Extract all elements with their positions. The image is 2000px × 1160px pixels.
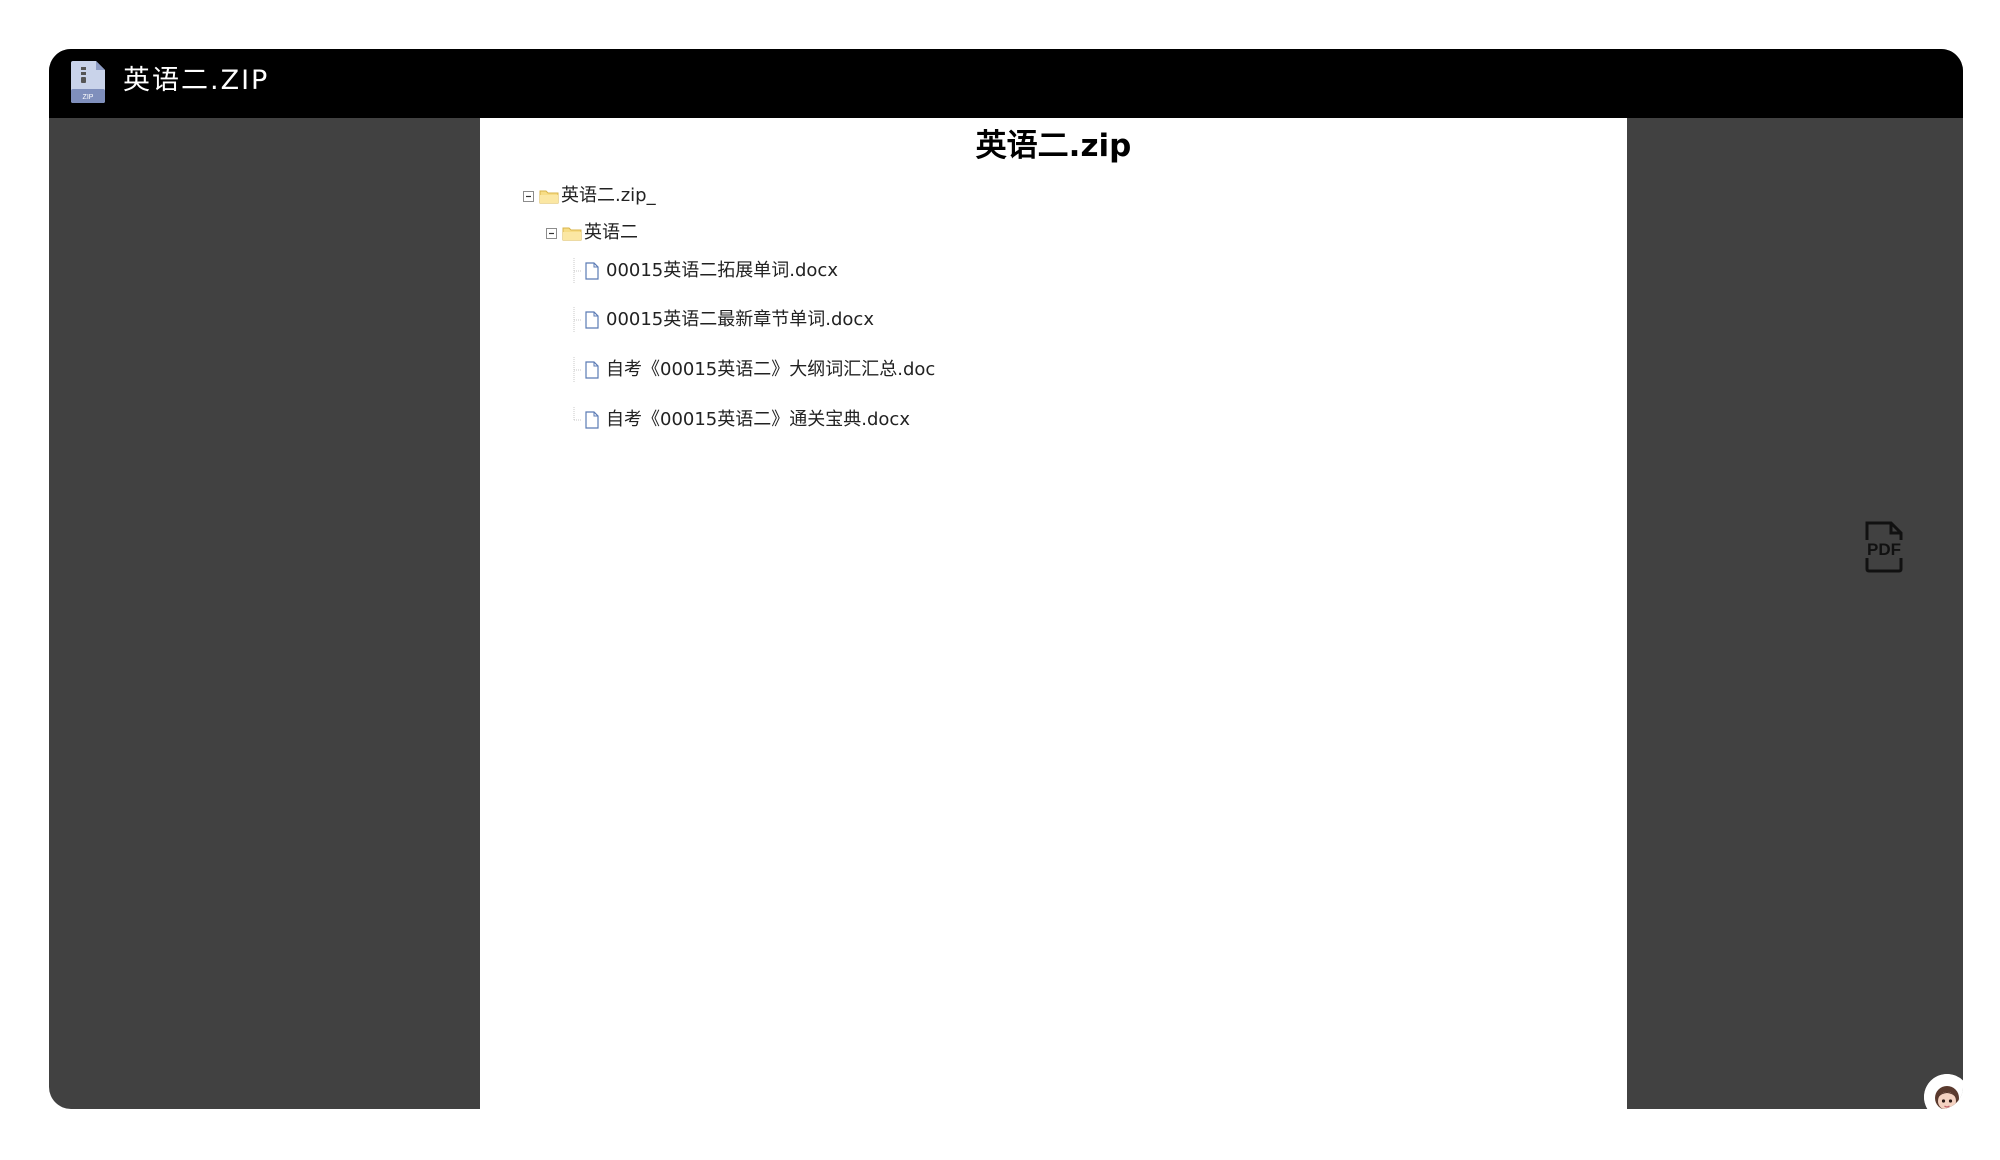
file-icon bbox=[585, 262, 599, 280]
window-title: 英语二.ZIP bbox=[123, 65, 270, 96]
tree-label-file: 00015英语二拓展单词.docx bbox=[606, 260, 838, 281]
tree-file-item[interactable]: 自考《00015英语二》大纲词汇汇总.doc bbox=[570, 357, 935, 383]
file-icon bbox=[585, 311, 599, 329]
tree-node-root[interactable]: 英语二.zip_ bbox=[523, 183, 656, 209]
tree-branch-line bbox=[573, 258, 582, 284]
tree-label-file: 00015英语二最新章节单词.docx bbox=[606, 309, 874, 330]
tree-node-folder[interactable]: 英语二 bbox=[546, 220, 638, 246]
tree-label-file: 自考《00015英语二》通关宝典.docx bbox=[606, 409, 910, 430]
svg-text:PDF: PDF bbox=[1867, 540, 1901, 559]
tree-label-folder: 英语二 bbox=[584, 222, 638, 243]
tree-file-item[interactable]: 00015英语二拓展单词.docx bbox=[570, 258, 838, 284]
svg-text:ZIP: ZIP bbox=[83, 94, 94, 101]
zip-archive-icon: ZIP bbox=[71, 61, 105, 103]
tree-file-item[interactable]: 自考《00015英语二》通关宝典.docx bbox=[570, 407, 910, 433]
collapse-toggle-icon[interactable] bbox=[523, 190, 534, 202]
file-icon bbox=[585, 411, 599, 429]
tree-branch-line bbox=[573, 407, 582, 421]
tree-label-file: 自考《00015英语二》大纲词汇汇总.doc bbox=[606, 359, 936, 380]
collapse-toggle-icon[interactable] bbox=[546, 227, 557, 239]
folder-icon bbox=[562, 227, 582, 240]
folder-icon bbox=[539, 190, 559, 203]
tree-branch-line bbox=[573, 357, 582, 383]
tree-label-root: 英语二.zip_ bbox=[561, 185, 656, 206]
tree-file-item[interactable]: 00015英语二最新章节单词.docx bbox=[570, 307, 874, 333]
document-title: 英语二.zip bbox=[975, 128, 1132, 164]
title-bar: ZIP 英语二.ZIP bbox=[49, 49, 1963, 118]
tree-branch-line bbox=[573, 307, 582, 333]
document-viewer: ZIP 英语二.ZIP 英语二.zip 英语二.zip_ 英语二 00015英语… bbox=[49, 49, 1963, 1109]
file-icon bbox=[585, 361, 599, 379]
document-page: 英语二.zip 英语二.zip_ 英语二 00015英语二拓展单词.docx 0… bbox=[480, 118, 1627, 1109]
avatar-icon[interactable] bbox=[1924, 1074, 1963, 1109]
pdf-icon[interactable]: PDF bbox=[1861, 521, 1907, 573]
